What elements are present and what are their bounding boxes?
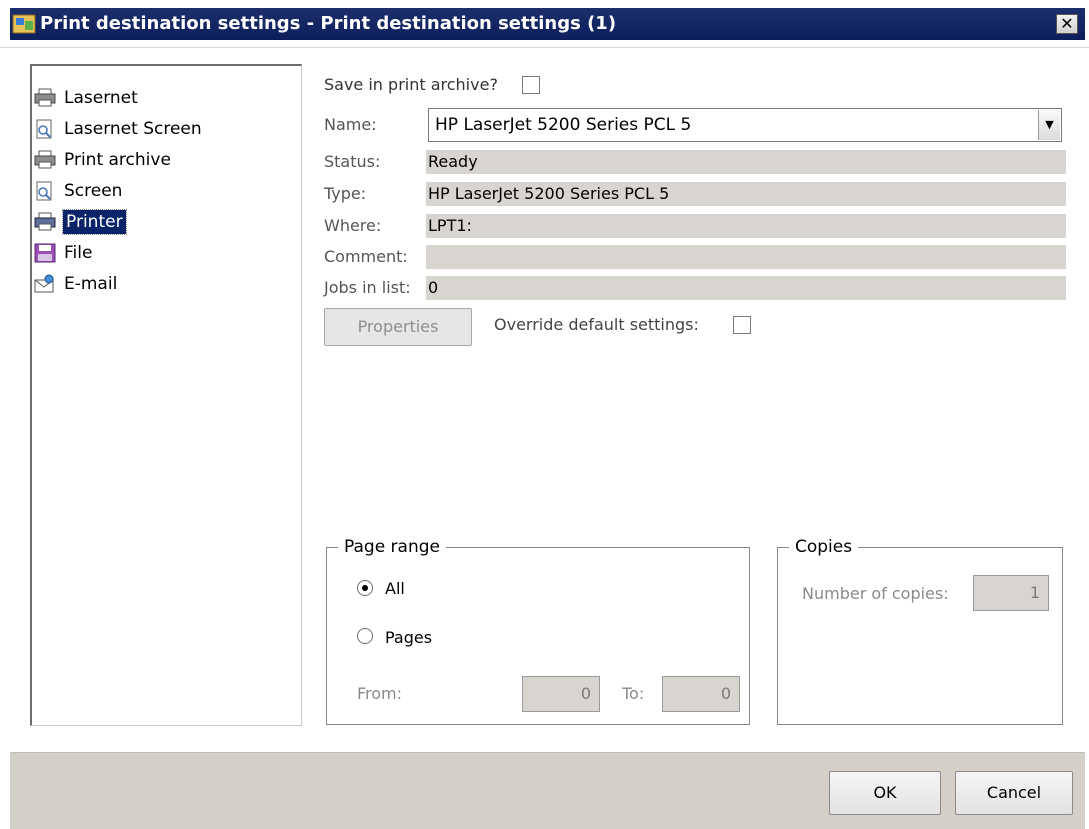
email-icon — [34, 274, 54, 293]
where-value: LPT1: — [428, 216, 472, 235]
copies-group — [777, 547, 1063, 725]
where-label: Where: — [324, 216, 382, 235]
tree-item-label: Lasernet — [64, 88, 138, 108]
window-title: Print destination settings - Print desti… — [40, 13, 617, 34]
type-label: Type: — [324, 184, 367, 203]
properties-button[interactable]: Properties — [324, 308, 472, 346]
comment-label: Comment: — [324, 247, 408, 266]
to-input[interactable]: 0 — [662, 676, 740, 712]
comment-field — [426, 245, 1066, 269]
type-field: HP LaserJet 5200 Series PCL 5 — [426, 182, 1066, 206]
all-radio[interactable] — [357, 580, 373, 596]
from-input[interactable]: 0 — [522, 676, 600, 712]
tree-item-label: File — [64, 243, 93, 263]
floppy-disk-icon — [34, 243, 56, 263]
close-icon: ✕ — [1060, 14, 1074, 33]
from-label: From: — [357, 684, 403, 703]
tree-item-label: Print archive — [64, 150, 171, 170]
where-field: LPT1: — [426, 214, 1066, 238]
printer-icon — [34, 150, 56, 169]
screen-preview-icon — [36, 181, 52, 201]
close-button[interactable]: ✕ — [1056, 14, 1078, 34]
ok-button[interactable]: OK — [829, 771, 941, 815]
screen-preview-icon — [36, 119, 52, 139]
printer-name-value: HP LaserJet 5200 Series PCL 5 — [435, 115, 692, 135]
jobs-field: 0 — [426, 276, 1066, 300]
number-of-copies-input[interactable]: 1 — [973, 575, 1049, 611]
save-archive-label: Save in print archive? — [324, 75, 498, 94]
title-bar: Print destination settings - Print desti… — [0, 0, 1089, 48]
printer-name-select[interactable]: HP LaserJet 5200 Series PCL 5 ▼ — [428, 108, 1062, 142]
printer-icon — [34, 88, 56, 107]
page-range-legend: Page range — [338, 536, 446, 558]
override-checkbox[interactable] — [733, 316, 751, 334]
status-field: Ready — [426, 150, 1066, 174]
jobs-value: 0 — [428, 278, 439, 297]
jobs-label: Jobs in list: — [324, 278, 411, 297]
tree-item-label: E-mail — [64, 274, 118, 294]
copies-legend: Copies — [789, 536, 859, 558]
status-label: Status: — [324, 152, 381, 171]
override-label: Override default settings: — [494, 315, 699, 334]
app-icon — [12, 14, 36, 34]
number-of-copies-label: Number of copies: — [802, 584, 949, 603]
destination-tree[interactable]: Lasernet Lasernet Screen Print archive S… — [30, 64, 302, 726]
tree-item-label: Printer — [62, 209, 127, 235]
tree-item-label: Lasernet Screen — [64, 119, 202, 139]
name-label: Name: — [324, 115, 377, 134]
chevron-down-icon[interactable]: ▼ — [1038, 110, 1060, 140]
save-archive-checkbox[interactable] — [522, 76, 540, 94]
tree-item-label: Screen — [64, 181, 123, 201]
type-value: HP LaserJet 5200 Series PCL 5 — [428, 184, 670, 203]
status-value: Ready — [428, 152, 478, 171]
pages-radio[interactable] — [357, 628, 373, 644]
all-label: All — [385, 579, 405, 598]
cancel-button[interactable]: Cancel — [955, 771, 1073, 815]
pages-label: Pages — [385, 628, 433, 647]
printer-icon — [34, 212, 56, 231]
to-label: To: — [622, 684, 645, 703]
